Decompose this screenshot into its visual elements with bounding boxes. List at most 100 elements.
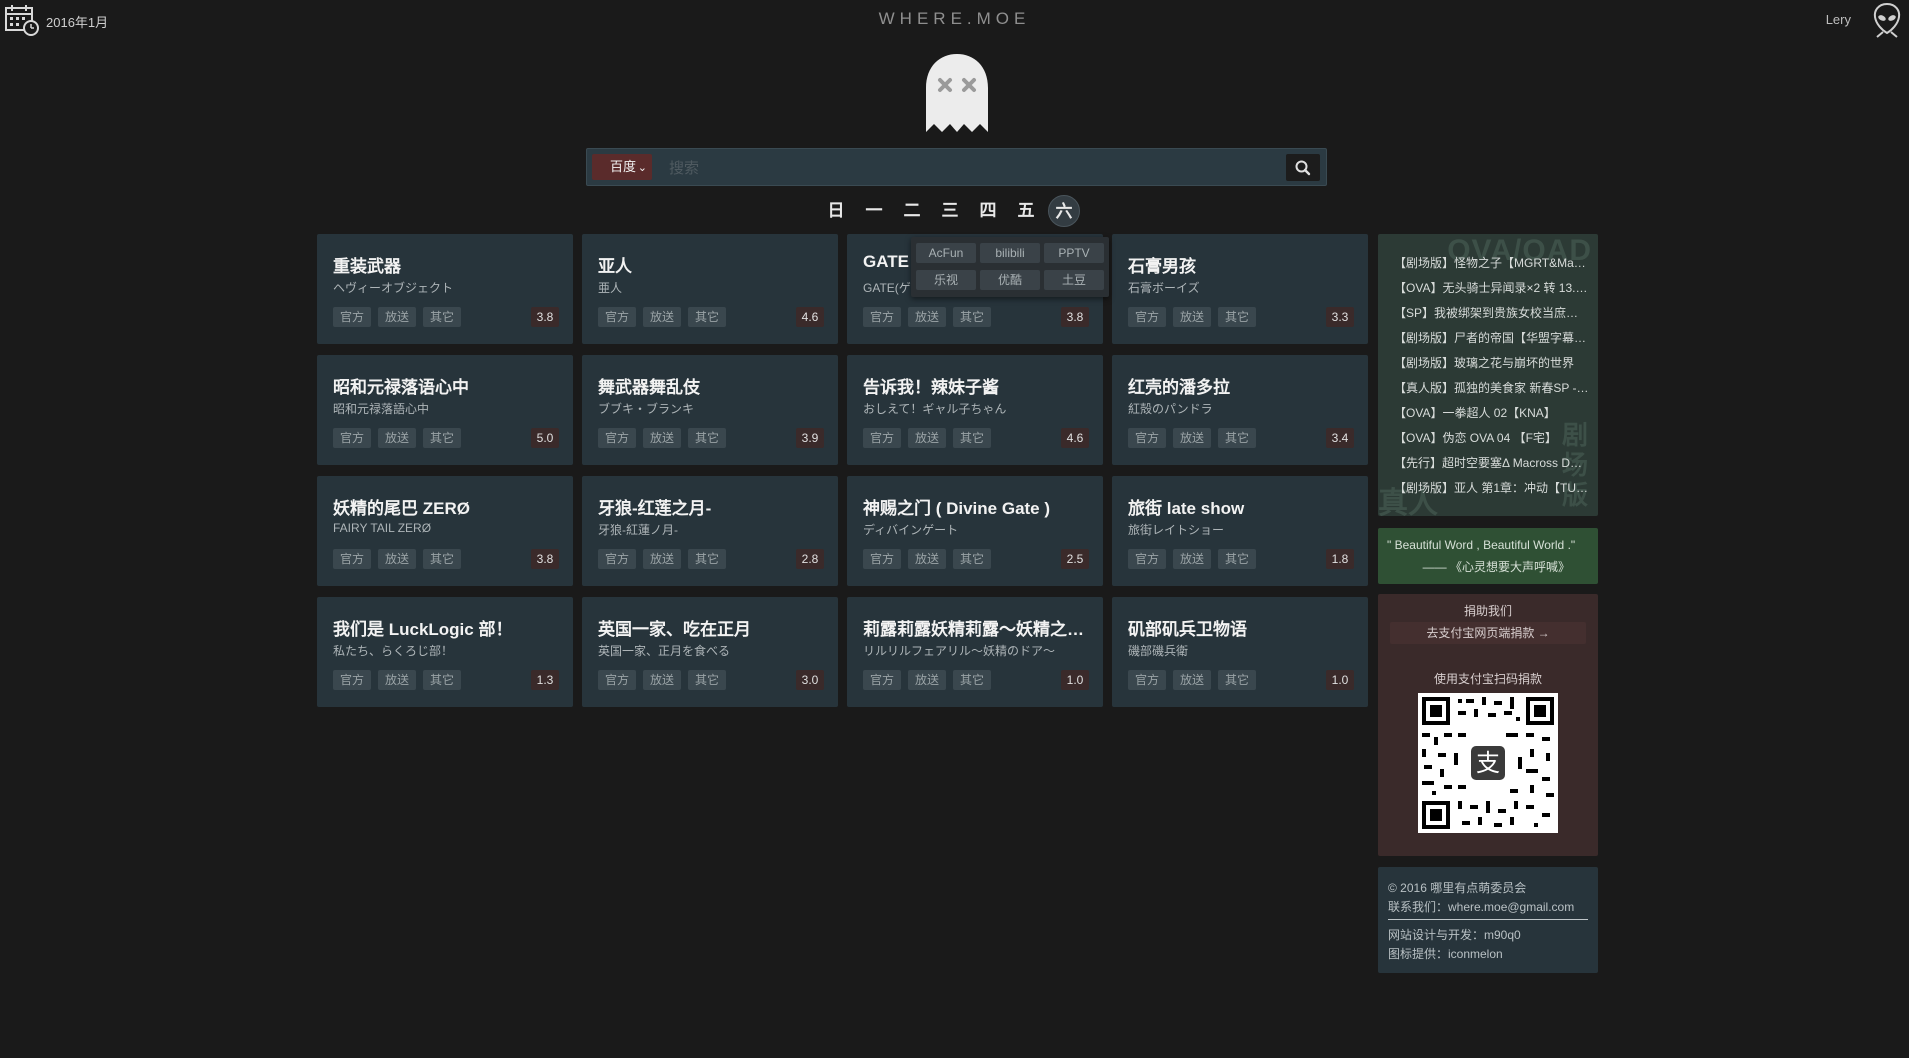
card-title[interactable]: 英国一家、吃在正月 (598, 615, 824, 640)
tag-other[interactable]: 其它 (1218, 670, 1256, 690)
tab-day-tue[interactable]: 二 (896, 195, 928, 227)
anime-card[interactable]: 舞武器舞乱伎 ブブキ・ブランキ 官方 放送 其它 3.9 (582, 355, 838, 465)
list-item[interactable]: 【OVA】伪恋 OVA 04 【F宅】 (1394, 429, 1590, 454)
tag-official[interactable]: 官方 (333, 428, 371, 448)
tag-other[interactable]: 其它 (423, 670, 461, 690)
tag-official[interactable]: 官方 (1128, 428, 1166, 448)
tag-other[interactable]: 其它 (1218, 428, 1256, 448)
tab-day-mon[interactable]: 一 (858, 195, 890, 227)
tag-official[interactable]: 官方 (1128, 307, 1166, 327)
tag-broadcast[interactable]: 放送 (908, 428, 946, 448)
tag-other[interactable]: 其它 (1218, 549, 1256, 569)
list-item[interactable]: 【SP】我被绑架到贵族女校当庶… (1394, 304, 1590, 329)
tag-official[interactable]: 官方 (863, 307, 901, 327)
anime-card[interactable]: 牙狼-红莲之月- 牙狼-紅蓮ノ月- 官方 放送 其它 2.8 (582, 476, 838, 586)
list-item[interactable]: 【先行】超时空要塞Δ Macross D… (1394, 454, 1590, 479)
source-link-bilibili[interactable]: bilibili (980, 243, 1040, 263)
search-engine-select[interactable]: 百度 ⌄ (592, 154, 652, 180)
anime-card[interactable]: 昭和元禄落语心中 昭和元禄落語心中 官方 放送 其它 5.0 (317, 355, 573, 465)
user-name[interactable]: Lery (1826, 12, 1851, 27)
tag-other[interactable]: 其它 (423, 428, 461, 448)
tab-day-wed[interactable]: 三 (934, 195, 966, 227)
search-button[interactable] (1286, 154, 1320, 181)
anime-card[interactable]: 英国一家、吃在正月 英国一家、正月を食べる 官方 放送 其它 3.0 (582, 597, 838, 707)
icon-credit[interactable]: 图标提供：iconmelon (1388, 945, 1503, 962)
tag-official[interactable]: 官方 (333, 670, 371, 690)
source-link-acfun[interactable]: AcFun (916, 243, 976, 263)
card-title[interactable]: 莉露莉露妖精莉露～妖精之… (863, 615, 1089, 640)
source-link-letv[interactable]: 乐视 (916, 270, 976, 290)
tag-official[interactable]: 官方 (1128, 549, 1166, 569)
contact-link[interactable]: 联系我们：where.moe@gmail.com (1388, 898, 1574, 915)
tag-broadcast[interactable]: 放送 (378, 670, 416, 690)
tag-other[interactable]: 其它 (688, 670, 726, 690)
tag-official[interactable]: 官方 (598, 549, 636, 569)
anime-card[interactable]: 重装武器 ヘヴィーオブジェクト 官方 放送 其它 3.8 (317, 234, 573, 344)
tag-broadcast[interactable]: 放送 (908, 670, 946, 690)
tag-official[interactable]: 官方 (598, 428, 636, 448)
tag-broadcast[interactable]: 放送 (378, 549, 416, 569)
anime-card[interactable]: 旅街 late show 旅街レイトショー 官方 放送 其它 1.8 (1112, 476, 1368, 586)
tag-other[interactable]: 其它 (953, 307, 991, 327)
card-title[interactable]: 舞武器舞乱伎 (598, 373, 824, 398)
tag-official[interactable]: 官方 (598, 670, 636, 690)
tag-broadcast[interactable]: 放送 (908, 307, 946, 327)
tag-other[interactable]: 其它 (953, 549, 991, 569)
tab-day-sat[interactable]: 六 (1048, 195, 1080, 227)
anime-card[interactable]: 红壳的潘多拉 紅殻のパンドラ 官方 放送 其它 3.4 (1112, 355, 1368, 465)
tag-official[interactable]: 官方 (598, 307, 636, 327)
card-title[interactable]: 神赐之门 ( Divine Gate ) (863, 494, 1089, 519)
list-item[interactable]: 【真人版】孤独的美食家 新春SP -… (1394, 379, 1590, 404)
tag-other[interactable]: 其它 (688, 307, 726, 327)
tag-broadcast[interactable]: 放送 (1173, 670, 1211, 690)
tag-official[interactable]: 官方 (863, 549, 901, 569)
tag-broadcast[interactable]: 放送 (908, 549, 946, 569)
tag-broadcast[interactable]: 放送 (1173, 549, 1211, 569)
anime-card[interactable]: 石膏男孩 石膏ボーイズ 官方 放送 其它 3.3 (1112, 234, 1368, 344)
anime-card[interactable]: 莉露莉露妖精莉露～妖精之… リルリルフェアリル～妖精のドア～ 官方 放送 其它 … (847, 597, 1103, 707)
anime-card[interactable]: 妖精的尾巴 ZERØ FAIRY TAIL ZERØ 官方 放送 其它 3.8 (317, 476, 573, 586)
search-input[interactable] (669, 155, 1289, 181)
design-credit[interactable]: 网站设计与开发：m90q0 (1388, 926, 1521, 943)
tag-official[interactable]: 官方 (333, 549, 371, 569)
list-item[interactable]: 【OVA】一拳超人 02【KNA】 (1394, 404, 1590, 429)
tag-other[interactable]: 其它 (688, 549, 726, 569)
tag-broadcast[interactable]: 放送 (643, 670, 681, 690)
tag-broadcast[interactable]: 放送 (643, 428, 681, 448)
list-item[interactable]: 【剧场版】亚人 第1章：冲动【TU… (1394, 479, 1590, 504)
tag-broadcast[interactable]: 放送 (1173, 428, 1211, 448)
card-title[interactable]: 我们是 LuckLogic 部！ (333, 615, 559, 640)
card-title[interactable]: 昭和元禄落语心中 (333, 373, 559, 398)
alien-icon[interactable] (1871, 2, 1903, 38)
tag-broadcast[interactable]: 放送 (1173, 307, 1211, 327)
card-title[interactable]: 旅街 late show (1128, 494, 1354, 519)
tab-day-fri[interactable]: 五 (1010, 195, 1042, 227)
tab-day-thu[interactable]: 四 (972, 195, 1004, 227)
tag-broadcast[interactable]: 放送 (643, 549, 681, 569)
tag-official[interactable]: 官方 (863, 670, 901, 690)
card-title[interactable]: 亚人 (598, 252, 824, 277)
site-title[interactable]: WHERE.MOE (0, 9, 1909, 29)
anime-card[interactable]: 告诉我！辣妹子酱 おしえて！ギャル子ちゃん 官方 放送 其它 4.6 (847, 355, 1103, 465)
anime-card[interactable]: 矶部矶兵卫物语 磯部磯兵衛 官方 放送 其它 1.0 (1112, 597, 1368, 707)
card-title[interactable]: 牙狼-红莲之月- (598, 494, 824, 519)
list-item[interactable]: 【剧场版】玻璃之花与崩坏的世界 (1394, 354, 1590, 379)
tag-other[interactable]: 其它 (1218, 307, 1256, 327)
tag-other[interactable]: 其它 (953, 428, 991, 448)
tag-broadcast[interactable]: 放送 (378, 307, 416, 327)
source-link-pptv[interactable]: PPTV (1044, 243, 1104, 263)
card-title[interactable]: 矶部矶兵卫物语 (1128, 615, 1354, 640)
card-title[interactable]: 重装武器 (333, 252, 559, 277)
source-link-youku[interactable]: 优酷 (980, 270, 1040, 290)
tag-other[interactable]: 其它 (423, 549, 461, 569)
list-item[interactable]: 【剧场版】怪物之子【MGRT&Ma… (1394, 254, 1590, 279)
list-item[interactable]: 【OVA】无头骑士异闻录×2 转 13.… (1394, 279, 1590, 304)
alipay-web-donate-button[interactable]: 去支付宝网页端捐款 → (1390, 622, 1586, 644)
card-title[interactable]: 妖精的尾巴 ZERØ (333, 494, 559, 519)
tag-broadcast[interactable]: 放送 (378, 428, 416, 448)
anime-card[interactable]: 我们是 LuckLogic 部！ 私たち、らくろじ部！ 官方 放送 其它 1.3 (317, 597, 573, 707)
anime-card[interactable]: 亚人 亜人 官方 放送 其它 4.6 (582, 234, 838, 344)
tag-other[interactable]: 其它 (953, 670, 991, 690)
tag-official[interactable]: 官方 (863, 428, 901, 448)
tag-other[interactable]: 其它 (688, 428, 726, 448)
